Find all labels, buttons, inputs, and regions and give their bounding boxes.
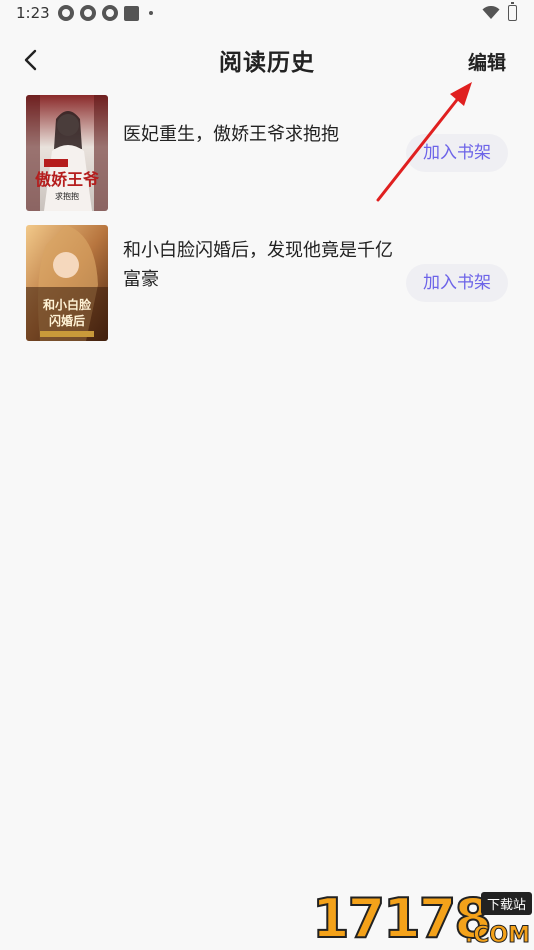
top-nav-bar: 阅读历史 编辑 xyxy=(0,32,534,88)
notification-app-icon xyxy=(58,5,74,21)
add-to-shelf-button[interactable]: 加入书架 xyxy=(406,134,508,172)
svg-text:闪婚后: 闪婚后 xyxy=(49,313,85,328)
edit-button[interactable]: 编辑 xyxy=(468,48,506,75)
wifi-icon xyxy=(482,6,500,19)
history-item[interactable]: 傲娇王爷 求抱抱 医妃重生，傲娇王爷求抱抱 加入书架 xyxy=(0,92,534,222)
history-item[interactable]: 和小白脸 闪婚后 和小白脸闪婚后，发现他竟是千亿富豪 加入书架 xyxy=(0,222,534,352)
cover-text: 傲娇王爷 xyxy=(35,170,100,189)
book-cover[interactable]: 和小白脸 闪婚后 xyxy=(26,225,108,341)
page-title: 阅读历史 xyxy=(219,50,315,76)
notification-square-icon xyxy=(124,5,139,21)
add-to-shelf-button[interactable]: 加入书架 xyxy=(406,264,508,302)
status-time: 1:23 xyxy=(16,4,50,22)
watermark-tag: 下载站 xyxy=(480,892,532,915)
svg-text:和小白脸: 和小白脸 xyxy=(42,297,92,312)
watermark-suffix: .COM xyxy=(464,923,530,949)
notification-icons xyxy=(58,5,153,21)
svg-text:求抱抱: 求抱抱 xyxy=(55,191,79,201)
book-cover-art: 和小白脸 闪婚后 xyxy=(26,225,108,341)
book-cover[interactable]: 傲娇王爷 求抱抱 xyxy=(26,95,108,211)
reading-history-list: 傲娇王爷 求抱抱 医妃重生，傲娇王爷求抱抱 加入书架 和小白脸 闪婚后 和小白脸… xyxy=(0,92,534,352)
status-bar: 1:23 xyxy=(0,0,534,28)
notification-app-icon xyxy=(80,5,96,21)
book-title[interactable]: 医妃重生，傲娇王爷求抱抱 xyxy=(123,120,393,149)
notification-app-icon xyxy=(102,5,118,21)
watermark-digits: 17178 xyxy=(311,887,493,950)
battery-icon xyxy=(508,2,517,21)
book-title[interactable]: 和小白脸闪婚后，发现他竟是千亿富豪 xyxy=(123,236,393,294)
more-notifications-icon xyxy=(149,11,153,15)
book-cover-art: 傲娇王爷 求抱抱 xyxy=(26,95,108,211)
site-watermark: 17178 下载站 .COM xyxy=(311,887,534,950)
